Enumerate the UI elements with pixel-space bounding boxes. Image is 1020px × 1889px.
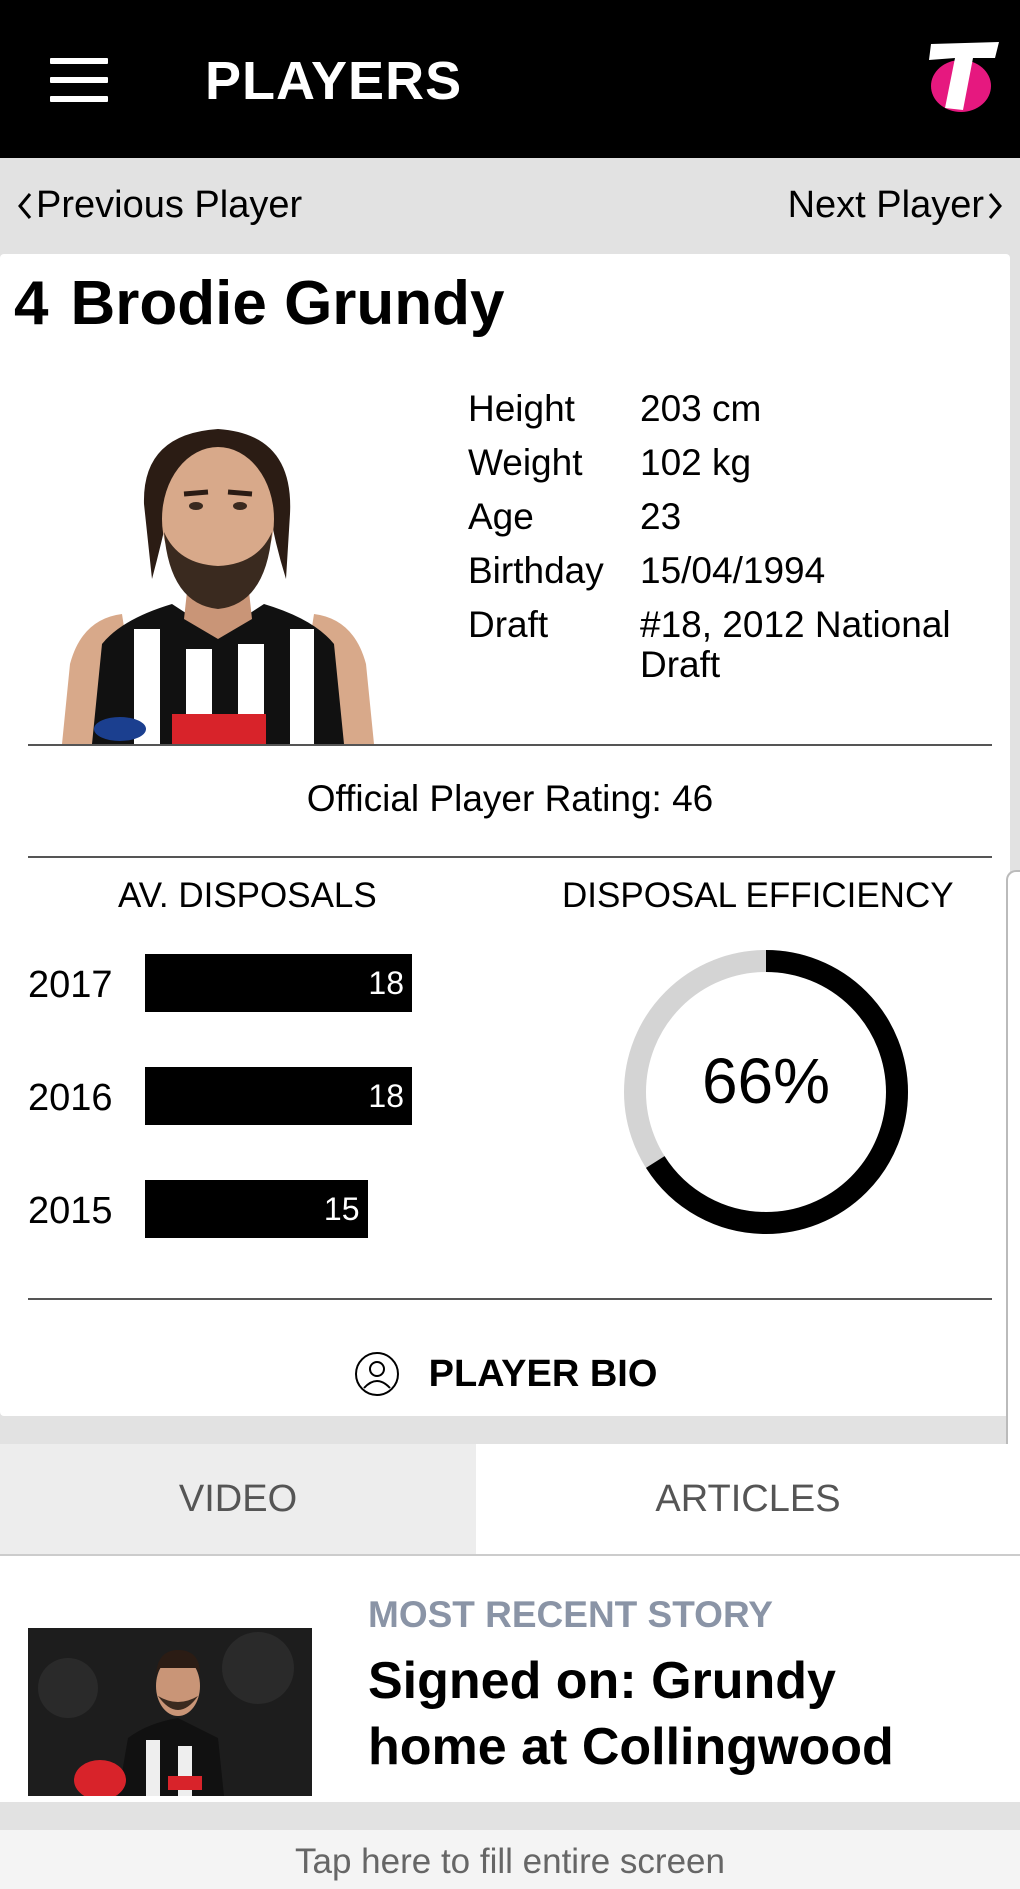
divider bbox=[28, 1298, 992, 1300]
detail-label: Weight bbox=[468, 442, 583, 483]
user-icon bbox=[354, 1352, 399, 1396]
detail-label: Draft bbox=[468, 604, 549, 645]
detail-value: 23 bbox=[640, 496, 682, 537]
previous-player-button[interactable]: Previous Player bbox=[14, 184, 302, 227]
player-bio-label: PLAYER BIO bbox=[428, 1352, 658, 1395]
chevron-left-icon bbox=[18, 192, 32, 219]
detail-row-draft: Draft #18, 2012 National Draft bbox=[468, 605, 1000, 685]
rating-label: Official Player Rating: bbox=[306, 778, 662, 819]
content-tabs: VIDEO ARTICLES bbox=[0, 1444, 1020, 1556]
scroll-handle[interactable] bbox=[1006, 870, 1020, 1506]
player-rating: Official Player Rating: 46 bbox=[0, 778, 1020, 820]
chevron-right-icon bbox=[988, 192, 1002, 219]
story-title[interactable]: Signed on: Grundy home at Collingwood bbox=[368, 1648, 988, 1780]
detail-row-birthday: Birthday 15/04/1994 bbox=[468, 551, 1000, 591]
app-header: PLAYERS bbox=[0, 0, 1020, 158]
divider bbox=[0, 1802, 1020, 1830]
bar-2017: 18 bbox=[145, 954, 412, 1012]
menu-icon[interactable] bbox=[50, 58, 108, 102]
bar-category-label: 2016 bbox=[28, 1077, 113, 1119]
tab-video[interactable]: VIDEO bbox=[0, 1444, 476, 1554]
efficiency-value: 66% bbox=[701, 1045, 831, 1117]
detail-value: #18, 2012 National Draft bbox=[640, 604, 951, 685]
detail-value: 203 cm bbox=[640, 388, 762, 429]
bar-row-2016: 2016 18 bbox=[28, 1067, 448, 1125]
next-player-button[interactable]: Next Player bbox=[788, 184, 1006, 227]
efficiency-heading: DISPOSAL EFFICIENCY bbox=[562, 876, 954, 915]
detail-row-age: Age 23 bbox=[468, 497, 1000, 537]
player-heading: 4 Brodie Grundy bbox=[14, 268, 505, 339]
bar-category-label: 2017 bbox=[28, 964, 113, 1006]
tab-articles[interactable]: ARTICLES bbox=[476, 1444, 1020, 1554]
bar-category-label: 2015 bbox=[28, 1190, 113, 1232]
bar-2016: 18 bbox=[145, 1067, 412, 1125]
bar-row-2017: 2017 18 bbox=[28, 954, 448, 1012]
previous-player-label: Previous Player bbox=[36, 184, 303, 226]
story-thumbnail bbox=[28, 1628, 312, 1796]
detail-label: Height bbox=[468, 388, 575, 429]
divider bbox=[28, 744, 992, 746]
next-player-label: Next Player bbox=[787, 184, 984, 226]
detail-label: Age bbox=[468, 496, 534, 537]
disposals-heading: AV. DISPOSALS bbox=[118, 876, 377, 915]
detail-label: Birthday bbox=[468, 550, 604, 591]
fill-screen-bar[interactable]: Tap here to fill entire screen bbox=[0, 1830, 1020, 1889]
player-navigation: Previous Player Next Player bbox=[0, 158, 1020, 254]
player-details: Height 203 cm Weight 102 kg Age 23 Birth… bbox=[468, 389, 1000, 699]
telstra-logo-icon[interactable] bbox=[925, 36, 1001, 120]
story-kicker: MOST RECENT STORY bbox=[368, 1594, 773, 1635]
player-photo bbox=[62, 414, 374, 744]
detail-row-weight: Weight 102 kg bbox=[468, 443, 1000, 483]
player-card: 4 Brodie Grundy Height 203 cm Weight 102… bbox=[0, 254, 1010, 1416]
player-bio-button[interactable]: PLAYER BIO bbox=[0, 1334, 1010, 1414]
bar-row-2015: 2015 15 bbox=[28, 1180, 448, 1238]
rating-value: 46 bbox=[672, 778, 714, 819]
page-title: PLAYERS bbox=[205, 51, 463, 111]
bar-2015: 15 bbox=[145, 1180, 368, 1238]
player-name: Brodie Grundy bbox=[70, 269, 505, 338]
detail-row-height: Height 203 cm bbox=[468, 389, 1000, 429]
detail-value: 15/04/1994 bbox=[640, 550, 826, 591]
detail-value: 102 kg bbox=[640, 442, 752, 483]
player-number: 4 bbox=[14, 269, 49, 338]
divider bbox=[28, 856, 992, 858]
recent-story[interactable]: MOST RECENT STORY Signed on: Grundy home… bbox=[0, 1556, 1020, 1802]
